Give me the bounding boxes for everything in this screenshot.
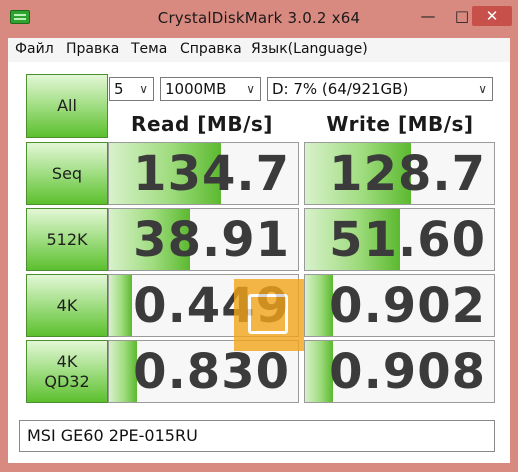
all-button-label: All — [57, 96, 77, 115]
4k-read-bar — [109, 275, 132, 336]
menu-help[interactable]: Справка — [180, 41, 242, 57]
size-value: 1000MB — [165, 80, 227, 98]
seq-read-result: 134.7 — [108, 142, 299, 205]
4k-qd32-write-result: 0.908 — [304, 340, 495, 403]
menu-theme[interactable]: Тема — [131, 41, 167, 57]
main-panel: All 5 ∨ 1000MB ∨ D: 7% (64/921GB) ∨ Read… — [8, 62, 510, 463]
menu-language[interactable]: Язык(Language) — [251, 41, 368, 57]
512k-write-value: 51.60 — [329, 212, 486, 268]
title-bar[interactable]: CrystalDiskMark 3.0.2 x64 — □ ✕ — [0, 0, 518, 38]
seq-label: Seq — [51, 163, 83, 183]
brand-logo-icon — [248, 294, 288, 334]
chevron-down-icon: ∨ — [478, 82, 487, 96]
512k-label: 512K — [46, 229, 88, 249]
512k-read-result: 38.91 — [108, 208, 299, 271]
512k-button[interactable]: 512K — [26, 208, 108, 271]
drive-select[interactable]: D: 7% (64/921GB) ∨ — [267, 77, 493, 101]
app-window: CrystalDiskMark 3.0.2 x64 — □ ✕ Файл Пра… — [0, 0, 518, 472]
4k-label: 4K — [56, 295, 78, 315]
4k-qd32-read-value: 0.830 — [133, 344, 290, 400]
4k-qd32-label: 4K QD32 — [44, 351, 90, 391]
read-column-header: Read [MB/s] — [131, 112, 273, 136]
comment-text: MSI GE60 2PE-015RU — [27, 426, 198, 445]
close-button[interactable]: ✕ — [472, 6, 512, 26]
size-select[interactable]: 1000MB ∨ — [160, 77, 261, 101]
all-button[interactable]: All — [26, 74, 108, 138]
seq-write-result: 128.7 — [304, 142, 495, 205]
watermark-logo — [234, 279, 304, 351]
write-column-header: Write [MB/s] — [326, 112, 474, 136]
menu-bar: Файл Правка Тема Справка Язык(Language) — [8, 38, 510, 62]
chevron-down-icon: ∨ — [139, 82, 148, 96]
4k-write-value: 0.902 — [329, 278, 486, 334]
512k-read-value: 38.91 — [133, 212, 290, 268]
minimize-button[interactable]: — — [411, 6, 445, 26]
512k-write-result: 51.60 — [304, 208, 495, 271]
drive-value: D: 7% (64/921GB) — [272, 80, 409, 98]
menu-file[interactable]: Файл — [15, 41, 54, 57]
menu-edit[interactable]: Правка — [66, 41, 119, 57]
4k-button[interactable]: 4K — [26, 274, 108, 337]
seq-button[interactable]: Seq — [26, 142, 108, 205]
runs-select[interactable]: 5 ∨ — [109, 77, 154, 101]
comment-field[interactable]: MSI GE60 2PE-015RU — [19, 420, 495, 452]
4k-qd32-write-value: 0.908 — [329, 344, 486, 400]
4k-qd32-button[interactable]: 4K QD32 — [26, 340, 108, 403]
seq-read-value: 134.7 — [133, 146, 290, 202]
seq-write-value: 128.7 — [329, 146, 486, 202]
4k-write-result: 0.902 — [304, 274, 495, 337]
chevron-down-icon: ∨ — [246, 82, 255, 96]
runs-value: 5 — [114, 80, 124, 98]
